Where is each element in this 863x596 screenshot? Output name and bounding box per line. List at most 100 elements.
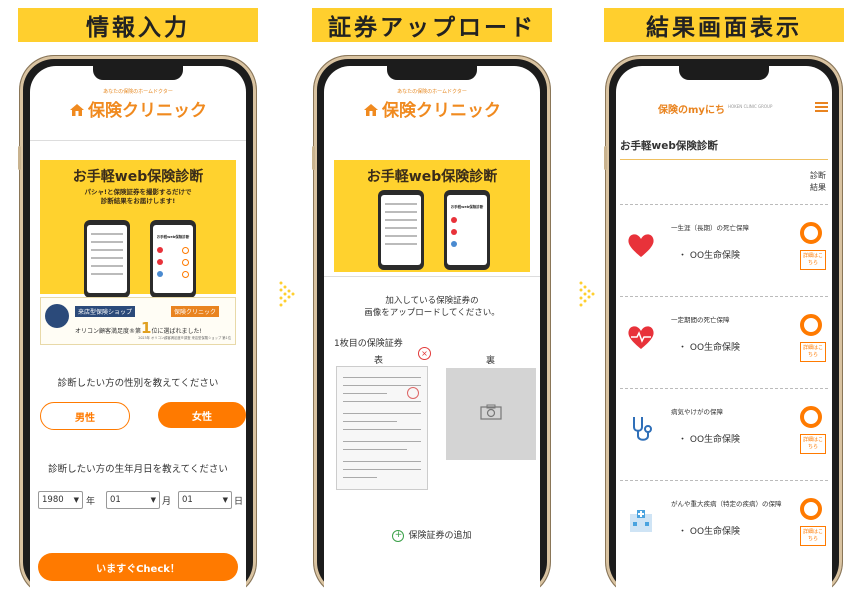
mini-screen-title: お手軽web保険診断 <box>450 205 484 209</box>
result-row: がんや重大疾病（特定の疾病）の保障 ・ OO生命保険 詳細はこちら <box>616 480 832 570</box>
divider <box>324 276 540 277</box>
logo-text: 保険クリニック <box>88 101 207 121</box>
banner-upload: 証券アップロード <box>312 8 552 42</box>
result-row: 一定期間の死亡保障 ・ OO生命保険 詳細はこちら <box>616 296 832 386</box>
phone-frame: 保険のmyにち HOKEN CLINIC GROUP お手軽web保険診断 診断… <box>604 56 842 596</box>
month-select[interactable]: 01 ▼ <box>106 491 160 509</box>
upload-count-label: 1枚目の保険証券 <box>334 339 403 349</box>
detail-button[interactable]: 詳細はこちら <box>800 526 826 546</box>
arrow-icon <box>578 280 596 308</box>
female-button[interactable]: 女性 <box>158 402 246 428</box>
insurer-label: ・ OO生命保険 <box>678 435 741 445</box>
phone-screen: あなたの保険のホームドクター 保険クリニック お手軽web保険診断 お手軽web… <box>324 66 540 596</box>
insurer-label: ・ OO生命保険 <box>678 527 741 537</box>
heartbeat-icon <box>626 322 656 352</box>
year-value: 1980 <box>42 495 64 505</box>
day-select[interactable]: 01 ▼ <box>178 491 232 509</box>
phone-frame: あなたの保険のホームドクター 保険クリニック お手軽web保険診断 お手軽web… <box>312 56 550 596</box>
logo-tagline: あなたの保険のホームドクター <box>397 89 467 95</box>
coverage-label: 一生涯（長期）の死亡保障 <box>671 224 749 232</box>
hero-title: お手軽web保険診断 <box>366 169 498 185</box>
birth-question: 診断したい方の生年月日を教えてください <box>48 464 228 475</box>
chevron-down-icon: ▼ <box>222 496 228 504</box>
delete-icon[interactable]: × <box>418 347 431 360</box>
results-title: お手軽web保険診断 <box>620 140 718 152</box>
month-unit: 月 <box>162 497 172 507</box>
hamburger-menu-icon[interactable] <box>815 102 828 112</box>
logo[interactable]: あなたの保険のホームドクター 保険クリニック <box>30 88 246 121</box>
hero-banner: お手軽web保険診断 お手軽web保険診断 <box>334 160 530 272</box>
detail-button[interactable]: 詳細はこちら <box>800 250 826 270</box>
day-value: 01 <box>182 495 193 505</box>
hero-banner: お手軽web保険診断 パシャ!と保険証券を撮影するだけで 診断結果をお届けします… <box>40 160 236 298</box>
coverage-label: がんや重大疾病（特定の疾病）の保障 <box>671 500 782 508</box>
panel-upload: 証券アップロード あなたの保険のホームドクター 保険クリニック お手軽web保険… <box>312 0 552 596</box>
mini-phone-right: お手軽web保険診断 <box>444 190 490 270</box>
phone-frame: あなたの保険のホームドクター 保険クリニック お手軽web保険診断 パシャ!と保… <box>18 56 256 596</box>
back-photo-placeholder[interactable] <box>446 368 536 460</box>
chevron-down-icon: ▼ <box>73 496 79 504</box>
day-unit: 日 <box>234 497 244 507</box>
heart-icon <box>626 230 656 260</box>
results-brand[interactable]: 保険のmyにち <box>658 101 725 116</box>
award-box: 来店型保険ショップ 保険クリニック オリコン顧客満足度®第1位に選ばれました! … <box>40 297 236 345</box>
circle-mark-icon <box>800 314 822 336</box>
result-column-head-1: 診断 <box>810 171 826 180</box>
volume-button <box>312 146 315 170</box>
male-button[interactable]: 男性 <box>40 402 130 430</box>
camera-icon <box>480 404 502 424</box>
phone-notch <box>93 66 183 80</box>
mini-phone-left <box>84 220 130 298</box>
circle-mark-icon <box>800 498 822 520</box>
house-icon <box>363 102 379 116</box>
banner-results: 結果画面表示 <box>604 8 844 42</box>
back-label: 裏 <box>486 356 496 366</box>
phone-notch <box>679 66 769 80</box>
banner-info-input: 情報入力 <box>18 8 258 42</box>
result-row: 病気やけがの保障 ・ OO生命保険 詳細はこちら <box>616 388 832 478</box>
detail-button[interactable]: 詳細はこちら <box>800 342 826 362</box>
award-text-pre: オリコン顧客満足度® <box>75 328 136 335</box>
volume-button <box>604 146 607 170</box>
arrow-icon <box>278 280 296 308</box>
mini-screen-title: お手軽web保険診断 <box>156 235 190 239</box>
logo-text: 保険クリニック <box>382 101 501 121</box>
insurer-label: ・ OO生命保険 <box>678 343 741 353</box>
plus-icon: + <box>392 529 405 542</box>
panel-results: 結果画面表示 保険のmyにち HOKEN CLINIC GROUP お手軽web… <box>604 0 844 596</box>
upload-message-line1: 加入している保険証券の <box>385 296 479 306</box>
results-header: 保険のmyにち HOKEN CLINIC GROUP <box>616 94 832 120</box>
stethoscope-icon <box>626 414 656 444</box>
result-column-head: 診断 結果 <box>810 170 826 194</box>
logo[interactable]: あなたの保険のホームドクター 保険クリニック <box>324 88 540 121</box>
hospital-icon <box>626 506 656 536</box>
award-right-badge: 保険クリニック <box>171 306 220 317</box>
divider <box>30 140 246 141</box>
add-certificate-button[interactable]: + 保険証券の追加 <box>324 528 540 542</box>
check-now-button[interactable]: いますぐCheck！ <box>38 553 238 581</box>
volume-button <box>18 146 21 170</box>
phone-notch <box>387 66 477 80</box>
chevron-down-icon: ▼ <box>150 496 156 504</box>
phone-screen: あなたの保険のホームドクター 保険クリニック お手軽web保険診断 パシャ!と保… <box>30 66 246 596</box>
upload-message-line2: 画像をアップロードしてください。 <box>364 308 500 318</box>
award-left-badge: 来店型保険ショップ <box>75 306 136 317</box>
coverage-label: 病気やけがの保障 <box>671 408 723 416</box>
mini-phone-right: お手軽web保険診断 <box>150 220 196 298</box>
coverage-label: 一定期間の死亡保障 <box>671 316 730 324</box>
panel-info-input: 情報入力 あなたの保険のホームドクター 保険クリニック お手軽web保険診断 パ… <box>18 0 258 596</box>
gender-question: 診断したい方の性別を教えてください <box>57 378 219 389</box>
hero-title: お手軽web保険診断 <box>72 169 204 185</box>
hero-subtitle: パシャ!と保険証券を撮影するだけで 診断結果をお届けします! <box>84 188 192 205</box>
uploaded-document-thumbnail[interactable] <box>336 366 428 490</box>
year-select[interactable]: 1980 ▼ <box>38 491 83 509</box>
title-underline <box>620 159 828 160</box>
front-label: 表 <box>374 356 384 366</box>
insurer-label: ・ OO生命保険 <box>678 251 741 261</box>
award-footnote: 2023年 オリコン顧客満足度®調査 来店型保険ショップ 第1位 <box>138 336 231 340</box>
month-value: 01 <box>110 495 121 505</box>
phone-screen: 保険のmyにち HOKEN CLINIC GROUP お手軽web保険診断 診断… <box>616 66 832 596</box>
circle-mark-icon <box>800 222 822 244</box>
circle-mark-icon <box>800 406 822 428</box>
detail-button[interactable]: 詳細はこちら <box>800 434 826 454</box>
